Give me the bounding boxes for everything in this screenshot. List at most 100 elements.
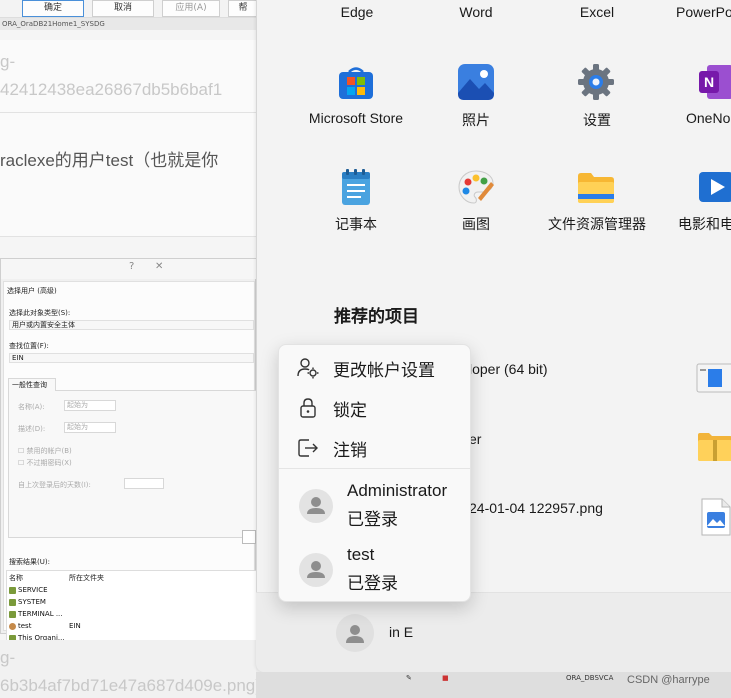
faded-line-1: g- [0,52,16,71]
image-file-icon[interactable] [701,498,731,540]
disabled-accounts-checkbox[interactable]: ☐ 禁用的帐户(B) [18,446,72,456]
user-icon [9,622,16,630]
file-explorer-folder-icon[interactable] [577,168,615,206]
days-since-logon-label: 自上次登录后的天数(I): [18,481,91,489]
app-label: Microsoft Store [308,110,404,126]
app-label: 记事本 [335,216,377,232]
photos-icon[interactable] [457,63,495,101]
microsoft-store-icon[interactable] [337,63,375,101]
apply-button[interactable]: 应用(A) [162,0,220,17]
app-excel[interactable]: Excel [557,4,637,20]
movies-tv-icon[interactable] [697,168,731,206]
path-line: ORA_OraDB21Home1_SYSDG [0,18,256,30]
sign-out-item[interactable]: 注销 [279,429,470,467]
account-settings-icon [297,357,319,379]
notepad-icon[interactable] [337,168,375,206]
user-avatar-button[interactable] [336,614,374,652]
name-operator-select[interactable]: 起始为 [64,400,116,411]
group-icon [9,598,16,606]
app-label: 画图 [462,216,490,232]
article-panel [0,40,256,236]
object-type-label: 选择此对象类型(S): [9,309,71,317]
help-icon[interactable]: ? [129,261,134,272]
settings-gear-icon[interactable] [577,63,615,101]
lock-label: 锁定 [333,400,367,420]
cancel-button[interactable]: 取消 [92,0,154,17]
svg-text:N: N [704,74,714,90]
flyout-divider [279,468,470,469]
select-user-dialog: ? ✕ 选择用户 (高级) 选择此对象类型(S): 用户或内置安全主体 查找位置… [0,258,256,652]
tab-general-query[interactable]: 一般性查询 [8,378,56,391]
table-row[interactable]: test EIN [9,622,81,630]
sign-out-label: 注销 [333,440,367,460]
table-row[interactable]: SYSTEM [9,598,46,606]
search-results-label: 搜索结果(U): [9,558,50,566]
app-label: 电影和电 [678,216,731,232]
dialog-titlebar: ? ✕ [1,259,256,279]
app-word[interactable]: Word [436,4,516,20]
disabled-accounts-label: 禁用的帐户(B) [26,447,72,455]
app-label: OneNo [686,110,731,126]
dialog-body: 选择用户 (高级) 选择此对象类型(S): 用户或内置安全主体 查找位置(F):… [3,281,256,652]
faded-line-3: g- [0,648,16,667]
find-now-button[interactable] [242,530,256,544]
row-name: SERVICE [18,586,48,594]
dialog-title: 选择用户 (高级) [7,287,57,295]
ok-button[interactable]: 确定 [22,0,84,17]
avatar [299,553,333,587]
no-expire-label: 不过期密码(X) [26,459,72,467]
avatar [299,489,333,523]
table-row[interactable]: TERMINAL ... [9,610,63,618]
faded-line-4: 6b3b4af7bd71e47a687d409e.png) [0,676,256,695]
background-browser-page: 确定 取消 应用(A) 帮 ORA_OraDB21Home1_SYSDG g- … [0,0,256,698]
name-label: 名称(A): [18,403,45,411]
recommended-item-label[interactable]: 24-01-04 122957.png [469,500,603,516]
help-button-partial[interactable]: 帮 [228,0,256,17]
divider [0,112,256,113]
location-label: 查找位置(F): [9,342,49,350]
start-menu-footer [256,592,731,672]
current-user-label[interactable]: in E [389,624,413,640]
change-account-settings-label: 更改帐户设置 [333,360,435,380]
app-edge[interactable]: Edge [317,4,397,20]
installer-icon[interactable] [696,362,731,398]
account-status: 已登录 [347,574,398,593]
lock-icon [297,397,319,419]
change-account-settings-item[interactable]: 更改帐户设置 [279,349,470,387]
key-icon: ✎ [406,674,412,682]
user-flyout-menu: 更改帐户设置 锁定 注销 Administrator 已登录 test 已登录 [278,344,471,602]
article-body-line: raclexe的用户test（也就是你 [0,151,219,170]
group-icon [9,610,16,618]
description-operator-select[interactable]: 起始为 [64,422,116,433]
taskbar-item-label[interactable]: ORA_DBSVCA [566,674,613,682]
app-label: 文件资源管理器 [548,216,646,232]
row-name: SYSTEM [18,598,46,606]
divider [0,236,256,237]
description-label: 描述(D): [18,425,46,433]
onenote-icon[interactable]: N [697,63,731,101]
account-status: 已登录 [347,510,398,529]
table-row[interactable]: SERVICE [9,586,48,594]
account-test[interactable]: test 已登录 [279,541,470,597]
paint-palette-icon[interactable] [457,168,495,206]
column-header-name[interactable]: 名称 [9,573,23,583]
sign-out-icon [297,437,319,459]
no-expire-checkbox[interactable]: ☐ 不过期密码(X) [18,458,72,468]
recommended-item-label[interactable]: loper (64 bit) [469,361,548,377]
dialog-button-row: 确定 取消 应用(A) 帮 [0,0,256,18]
location-field: EIN [9,353,254,363]
recommended-title: 推荐的项目 [334,307,419,326]
row-folder: EIN [69,622,81,630]
app-powerpoint[interactable]: PowerPo [676,4,731,20]
folder-zip-icon[interactable] [697,430,731,466]
csdn-watermark: CSDN @harrype [627,674,710,686]
days-since-logon-select[interactable] [124,478,164,489]
account-administrator[interactable]: Administrator 已登录 [279,477,470,533]
row-name: test [18,622,32,630]
lock-item[interactable]: 锁定 [279,389,470,427]
column-header-folder[interactable]: 所在文件夹 [69,573,104,583]
account-name: Administrator [347,481,448,500]
app-icon: ■ [442,674,449,682]
close-icon[interactable]: ✕ [155,261,163,272]
user-avatar-icon [346,625,364,643]
